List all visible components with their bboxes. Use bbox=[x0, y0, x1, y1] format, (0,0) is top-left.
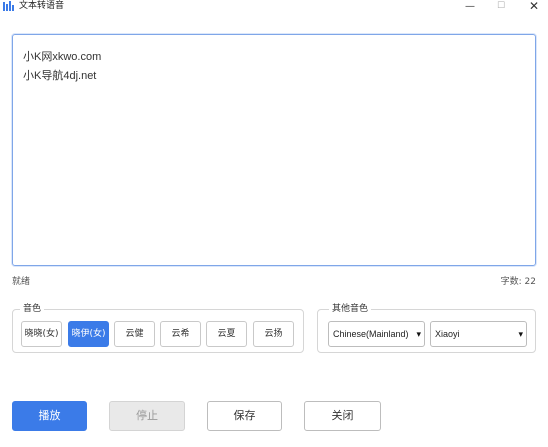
text-editor[interactable]: 小K网xkwo.com 小K导航4dj.net bbox=[12, 34, 536, 266]
other-voice-group-label: 其他音色 bbox=[329, 303, 372, 315]
char-count: 字数: 22 bbox=[500, 277, 536, 287]
minimize-button[interactable]: — bbox=[455, 0, 485, 14]
voice-select-value: Xiaoyi bbox=[435, 329, 460, 339]
chevron-down-icon: ▾ bbox=[518, 329, 523, 339]
chevron-down-icon: ▾ bbox=[416, 329, 421, 339]
voice-select[interactable]: Xiaoyi ▾ bbox=[430, 321, 527, 347]
language-select-value: Chinese(Mainland) bbox=[333, 329, 409, 339]
close-button[interactable]: 关闭 bbox=[304, 401, 381, 431]
maximize-button[interactable]: ☐ bbox=[486, 0, 516, 14]
voice-button-yunyang[interactable]: 云扬 bbox=[253, 321, 294, 347]
app-icon bbox=[3, 1, 14, 11]
voice-button-yunxia[interactable]: 云夏 bbox=[206, 321, 247, 347]
save-button[interactable]: 保存 bbox=[207, 401, 282, 431]
voice-group-label: 音色 bbox=[20, 303, 45, 315]
stop-button[interactable]: 停止 bbox=[109, 401, 185, 431]
voice-button-yunjian[interactable]: 云健 bbox=[114, 321, 155, 347]
voice-button-yunxi[interactable]: 云希 bbox=[160, 321, 201, 347]
status-text: 就绪 bbox=[12, 277, 31, 287]
voice-button-xiaoyi[interactable]: 晓伊(女) bbox=[68, 321, 109, 347]
title-bar: 文本转语音 — ☐ ✕ bbox=[0, 0, 548, 14]
editor-line: 小K网xkwo.com bbox=[23, 51, 102, 63]
other-voice-group: 其他音色 Chinese(Mainland) ▾ Xiaoyi ▾ bbox=[317, 303, 536, 353]
voice-group: 音色 晓晓(女) 晓伊(女) 云健 云希 云夏 云扬 bbox=[12, 303, 304, 353]
editor-line: 小K导航4dj.net bbox=[23, 70, 97, 82]
close-window-button[interactable]: ✕ bbox=[519, 0, 548, 14]
window-title: 文本转语音 bbox=[19, 1, 65, 11]
language-select[interactable]: Chinese(Mainland) ▾ bbox=[328, 321, 425, 347]
voice-button-xiaoxiao[interactable]: 晓晓(女) bbox=[21, 321, 62, 347]
play-button[interactable]: 播放 bbox=[12, 401, 87, 431]
